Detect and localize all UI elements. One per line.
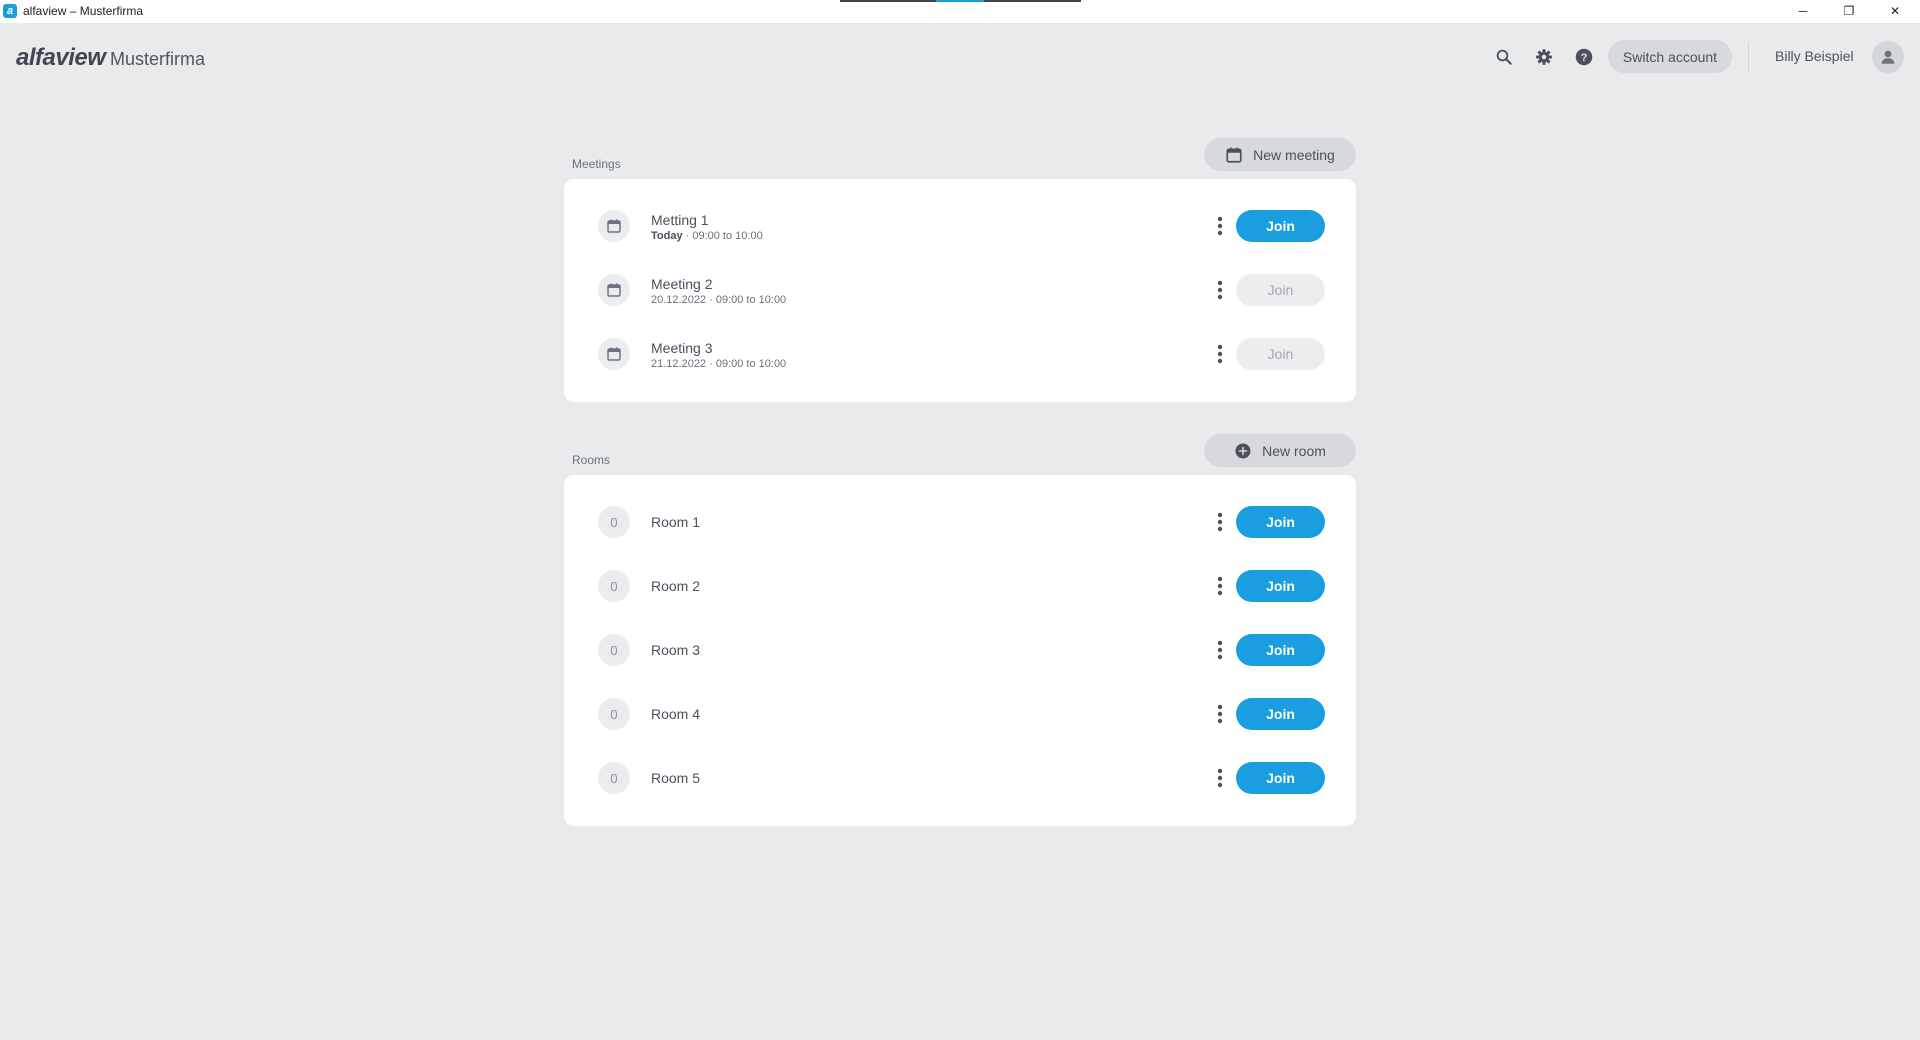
more-vertical-icon (1217, 640, 1223, 660)
meeting-row[interactable]: Metting 1 Today · 09:00 to 10:00 Join (564, 194, 1356, 258)
loading-bar-fill (936, 0, 984, 2)
join-meeting-button[interactable]: Join (1236, 274, 1325, 306)
meeting-title: Metting 1 (651, 212, 709, 228)
meeting-icon (598, 274, 630, 306)
room-row[interactable]: 0 Room 1 Join (564, 490, 1356, 554)
meeting-schedule: 20.12.2022 · 09:00 to 10:00 (651, 294, 786, 306)
calendar-icon (607, 219, 621, 233)
app-icon: a (3, 4, 17, 18)
join-meeting-button[interactable]: Join (1236, 210, 1325, 242)
meetings-card: Metting 1 Today · 09:00 to 10:00 Join Me… (564, 179, 1356, 402)
more-vertical-icon (1217, 512, 1223, 532)
participant-count-badge: 0 (598, 506, 630, 538)
meetings-section-label: Meetings (572, 157, 621, 171)
meeting-title: Meeting 3 (651, 340, 713, 356)
search-icon (1496, 49, 1512, 65)
window-title: alfaview – Musterfirma (23, 4, 144, 18)
room-more-button[interactable] (1204, 570, 1236, 602)
join-room-button[interactable]: Join (1236, 506, 1325, 538)
meeting-icon (598, 338, 630, 370)
help-icon: ? (1575, 48, 1593, 66)
svg-text:?: ? (1581, 52, 1588, 64)
new-room-button[interactable]: New room (1204, 434, 1356, 467)
user-name[interactable]: Billy Beispiel (1775, 48, 1854, 64)
loading-bar (840, 0, 1081, 2)
settings-button[interactable] (1529, 42, 1559, 72)
room-more-button[interactable] (1204, 506, 1236, 538)
room-row[interactable]: 0 Room 5 Join (564, 746, 1356, 810)
search-button[interactable] (1489, 42, 1519, 72)
participant-count-badge: 0 (598, 698, 630, 730)
participant-count-badge: 0 (598, 634, 630, 666)
room-title: Room 1 (651, 514, 701, 530)
meeting-date: 21.12.2022 (651, 358, 707, 370)
rooms-card: 0 Room 1 Join 0 Room 2 Join 0 Room 3 Joi… (564, 475, 1356, 826)
participant-count-badge: 0 (598, 762, 630, 794)
new-room-label: New room (1262, 442, 1326, 459)
meeting-more-button[interactable] (1204, 338, 1236, 370)
help-button[interactable]: ? (1569, 42, 1599, 72)
participant-count-badge: 0 (598, 570, 630, 602)
room-more-button[interactable] (1204, 762, 1236, 794)
room-title: Room 5 (651, 770, 701, 786)
more-vertical-icon (1217, 280, 1223, 300)
gear-icon (1536, 49, 1552, 65)
meeting-time: · 09:00 to 10:00 (682, 230, 763, 242)
switch-account-button[interactable]: Switch account (1608, 40, 1732, 73)
new-meeting-button[interactable]: New meeting (1204, 138, 1356, 171)
more-vertical-icon (1217, 576, 1223, 596)
more-vertical-icon (1217, 704, 1223, 724)
room-row[interactable]: 0 Room 3 Join (564, 618, 1356, 682)
room-row[interactable]: 0 Room 2 Join (564, 554, 1356, 618)
add-circle-icon (1235, 443, 1251, 458)
room-more-button[interactable] (1204, 634, 1236, 666)
meeting-more-button[interactable] (1204, 274, 1236, 306)
room-title: Room 2 (651, 578, 701, 594)
organization-name: Musterfirma (110, 49, 206, 69)
meeting-row[interactable]: Meeting 3 21.12.2022 · 09:00 to 10:00 Jo… (564, 322, 1356, 386)
calendar-icon (607, 347, 621, 361)
meeting-row[interactable]: Meeting 2 20.12.2022 · 09:00 to 10:00 Jo… (564, 258, 1356, 322)
more-vertical-icon (1217, 216, 1223, 236)
window-titlebar: a alfaview – Musterfirma ─ ❐ ✕ (0, 0, 1920, 23)
new-meeting-label: New meeting (1253, 146, 1335, 163)
join-room-button[interactable]: Join (1236, 698, 1325, 730)
meeting-time: · 09:00 to 10:00 (706, 294, 787, 306)
rooms-section-label: Rooms (572, 453, 611, 467)
restore-button[interactable]: ❐ (1826, 0, 1872, 22)
join-room-button[interactable]: Join (1236, 570, 1325, 602)
meeting-date: Today (651, 230, 683, 242)
meeting-date: 20.12.2022 (651, 294, 707, 306)
join-room-button[interactable]: Join (1236, 634, 1325, 666)
calendar-icon (607, 283, 621, 297)
avatar[interactable] (1872, 41, 1904, 73)
meeting-icon (598, 210, 630, 242)
user-avatar-icon (1881, 50, 1895, 64)
meeting-more-button[interactable] (1204, 210, 1236, 242)
room-title: Room 3 (651, 642, 701, 658)
meeting-schedule: 21.12.2022 · 09:00 to 10:00 (651, 358, 786, 370)
join-room-button[interactable]: Join (1236, 762, 1325, 794)
brand-logo: alfaview (16, 44, 106, 71)
calendar-icon (1226, 147, 1242, 163)
room-row[interactable]: 0 Room 4 Join (564, 682, 1356, 746)
meeting-time: · 09:00 to 10:00 (706, 358, 787, 370)
more-vertical-icon (1217, 768, 1223, 788)
join-meeting-button[interactable]: Join (1236, 338, 1325, 370)
room-title: Room 4 (651, 706, 701, 722)
close-button[interactable]: ✕ (1872, 0, 1918, 22)
more-vertical-icon (1217, 344, 1223, 364)
minimize-button[interactable]: ─ (1780, 0, 1826, 22)
meeting-title: Meeting 2 (651, 276, 713, 292)
room-more-button[interactable] (1204, 698, 1236, 730)
meeting-schedule: Today · 09:00 to 10:00 (651, 230, 763, 242)
header-divider (1748, 42, 1749, 72)
